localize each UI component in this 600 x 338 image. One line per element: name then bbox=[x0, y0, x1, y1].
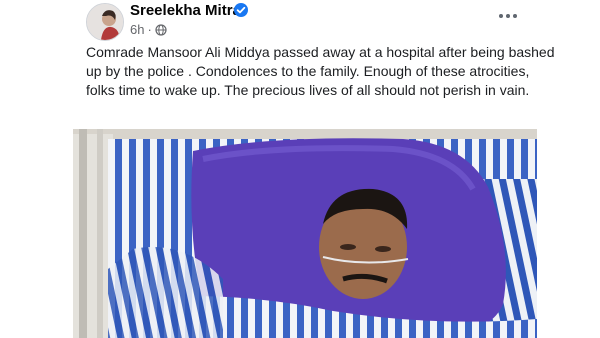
post-photo[interactable] bbox=[73, 129, 537, 338]
globe-icon[interactable] bbox=[155, 23, 167, 36]
author-name[interactable]: Sreelekha Mitra bbox=[130, 2, 241, 19]
meta-separator: · bbox=[147, 22, 152, 37]
post-meta: 6h · bbox=[130, 22, 167, 37]
verified-badge-icon bbox=[234, 3, 248, 17]
facebook-post: Sreelekha Mitra 6h · Comrade Mansoor Ali… bbox=[0, 0, 600, 338]
post-timestamp[interactable]: 6h bbox=[130, 22, 144, 37]
author-avatar[interactable] bbox=[86, 3, 124, 41]
more-options-icon[interactable] bbox=[496, 6, 520, 26]
avatar-photo bbox=[87, 4, 123, 40]
hospital-bed-photo bbox=[73, 129, 537, 338]
post-text: Comrade Mansoor Ali Middya passed away a… bbox=[86, 44, 555, 98]
